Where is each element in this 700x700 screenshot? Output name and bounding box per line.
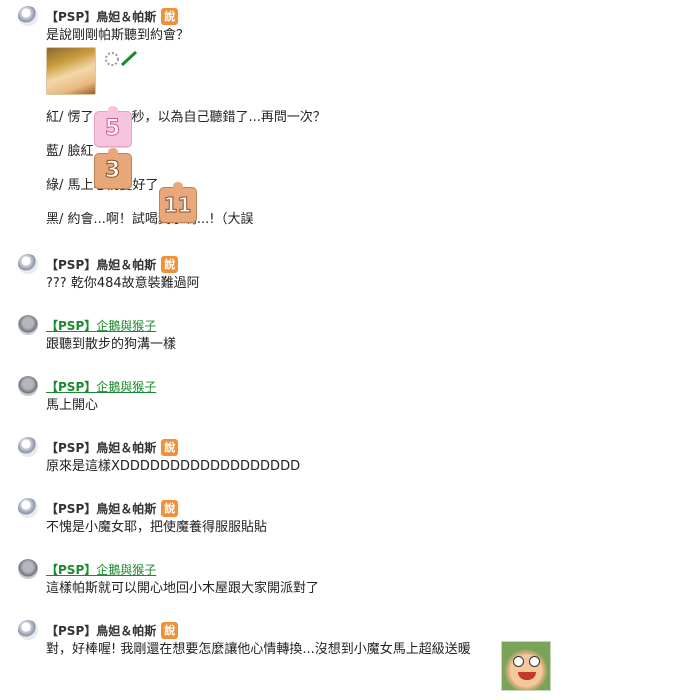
comment-text: 原來是這樣XDDDDDDDDDDDDDDDDDD [46, 459, 301, 474]
comment-text: 藍/ 臉紅 [46, 144, 94, 159]
comment-2: 【PSP】鳥妲＆帕斯 說 ??? 乾你484故意裝難過阿 [18, 254, 678, 293]
say-badge: 說 [161, 438, 179, 456]
say-badge: 說 [161, 621, 179, 639]
say-badge: 說 [161, 7, 179, 25]
comment-text: 紅/ 愣了 [46, 110, 94, 125]
comment-3: 【PSP】企鵝與猴子 跟聽到散步的狗溝一樣 [18, 315, 678, 354]
user-name[interactable]: 【PSP】鳥妲＆帕斯 [46, 500, 156, 517]
number-sticker-11: 11 [158, 182, 197, 223]
user-name[interactable]: 【PSP】鳥妲＆帕斯 [46, 439, 156, 456]
avatar-bird-icon[interactable] [18, 620, 38, 640]
user-name[interactable]: 【PSP】鳥妲＆帕斯 [46, 622, 156, 639]
number-sticker-3: 3 [93, 148, 132, 189]
user-name-link[interactable]: 【PSP】企鵝與猴子 [46, 317, 156, 334]
avatar-penguin-icon[interactable] [18, 315, 38, 335]
comment-6: 【PSP】鳥妲＆帕斯 說 不愧是小魔女耶，把使魔養得服服貼貼 [18, 498, 678, 537]
comment-5: 【PSP】鳥妲＆帕斯 說 原來是這樣XDDDDDDDDDDDDDDDDDD [18, 437, 678, 476]
user-name[interactable]: 【PSP】鳥妲＆帕斯 [46, 256, 156, 273]
cartoon-face-sticker-image [501, 641, 551, 691]
comment-7: 【PSP】企鵝與猴子 這樣帕斯就可以開心地回小木屋跟大家開派對了 [18, 559, 678, 598]
sparkle-decoration-icon [104, 49, 140, 75]
comment-text: 不愧是小魔女耶，把使魔養得服服貼貼 [46, 520, 268, 535]
comment-text: 跟聽到散步的狗溝一樣 [46, 337, 177, 352]
user-name-link[interactable]: 【PSP】企鵝與猴子 [46, 378, 156, 395]
avatar-bird-icon[interactable] [18, 498, 38, 518]
anime-girl-sticker-image [46, 47, 96, 95]
comment-text: 馬上開心 [46, 398, 99, 413]
user-name[interactable]: 【PSP】鳥妲＆帕斯 [46, 8, 156, 25]
comment-text: 秒，以為自己聽錯了...再問一次？ [131, 110, 326, 125]
comment-text: 是說剛剛帕斯聽到約會？ [46, 28, 190, 43]
avatar-bird-icon[interactable] [18, 437, 38, 457]
say-badge: 說 [161, 499, 179, 517]
avatar-penguin-icon[interactable] [18, 559, 38, 579]
avatar-bird-icon[interactable] [18, 6, 38, 26]
avatar-bird-icon[interactable] [18, 254, 38, 274]
user-name-link[interactable]: 【PSP】企鵝與猴子 [46, 561, 156, 578]
comment-4: 【PSP】企鵝與猴子 馬上開心 [18, 376, 678, 415]
number-sticker-5: 5 [93, 106, 132, 147]
comment-text: 黑/ 約會...啊！試喝糞水嗎...!（大誤 [46, 212, 254, 227]
comment-8: 【PSP】鳥妲＆帕斯 說 對，好棒喔! 我剛還在想要怎麼讓他心情轉換...沒想到… [18, 620, 678, 659]
comment-text: 對，好棒喔! 我剛還在想要怎麼讓他心情轉換...沒想到小魔女馬上超級送暖 [46, 642, 471, 657]
comment-text: ??? 乾你484故意裝難過阿 [46, 276, 200, 291]
comment-text: 這樣帕斯就可以開心地回小木屋跟大家開派對了 [46, 581, 320, 596]
avatar-penguin-icon[interactable] [18, 376, 38, 396]
say-badge: 說 [161, 255, 179, 273]
comment-1: 【PSP】鳥妲＆帕斯 說 是說剛剛帕斯聽到約會？ 紅/ 愣了 5 秒，以為自己聽錯了… [18, 6, 678, 229]
